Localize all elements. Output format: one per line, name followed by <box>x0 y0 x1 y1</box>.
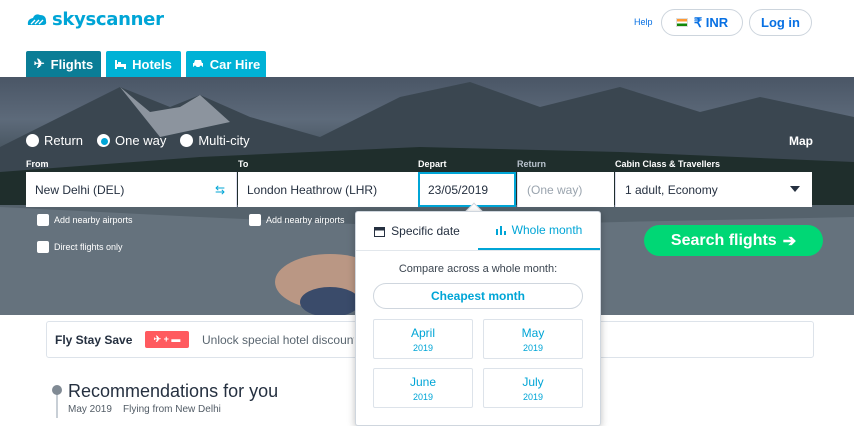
recommendations-subtitle: May 2019 Flying from New Delhi <box>68 404 221 415</box>
cheapest-month-button[interactable]: Cheapest month <box>373 283 583 309</box>
map-link[interactable]: Map <box>789 134 813 148</box>
nearby-to-label: Add nearby airports <box>266 215 345 225</box>
nearby-from-checkbox[interactable]: Add nearby airports <box>37 214 133 226</box>
radio-one-way-label: One way <box>115 133 167 148</box>
tab-specific-date[interactable]: Specific date <box>356 212 478 250</box>
help-link[interactable]: Help <box>634 17 653 27</box>
nearby-from-box <box>37 214 49 226</box>
month-name: April <box>410 326 435 340</box>
radio-multi-city-label: Multi-city <box>198 133 250 148</box>
to-label: To <box>238 159 249 169</box>
skyscanner-logo[interactable]: skyscanner <box>26 9 164 30</box>
logo-text: skyscanner <box>52 9 164 30</box>
date-picker-popover: Specific date Whole month Compare across… <box>355 211 601 426</box>
login-button[interactable]: Log in <box>749 9 812 36</box>
radio-return-label: Return <box>44 133 84 148</box>
plane-plus-bed-icon: ✈ + ▬ <box>145 331 189 348</box>
radio-return-circle <box>26 134 39 147</box>
to-field[interactable]: London Heathrow (LHR) <box>238 172 418 207</box>
cabin-label: Cabin Class & Travellers <box>615 159 721 169</box>
month-year: 2019 <box>412 392 434 402</box>
trip-type-options: Return One way Multi-city <box>26 133 264 148</box>
tab-whole-month-label: Whole month <box>511 223 583 237</box>
month-year: 2019 <box>522 343 544 353</box>
arrow-right-icon: ➔ <box>782 232 797 250</box>
currency-button[interactable]: ₹ INR <box>661 9 743 36</box>
radio-one-way-circle <box>97 134 111 147</box>
tab-flights[interactable]: ✈ Flights <box>26 51 101 77</box>
car-icon <box>192 60 203 69</box>
month-may[interactable]: May 2019 <box>483 319 583 359</box>
tab-whole-month[interactable]: Whole month <box>478 212 600 250</box>
recommendations-origin: Flying from New Delhi <box>123 404 221 415</box>
radio-one-way[interactable]: One way <box>97 133 166 148</box>
tab-hotels[interactable]: Hotels <box>106 51 181 77</box>
bar-chart-icon <box>495 226 506 235</box>
search-flights-button[interactable]: Search flights ➔ <box>644 225 823 256</box>
india-flag-icon <box>675 18 688 27</box>
depart-field[interactable]: 23/05/2019 <box>418 172 516 207</box>
nearby-from-label: Add nearby airports <box>54 215 133 225</box>
radio-multi-city-circle <box>180 134 194 147</box>
promo-title: Fly Stay Save <box>55 333 133 347</box>
month-name: July <box>522 375 544 389</box>
depart-label: Depart <box>418 159 447 169</box>
chevron-down-icon <box>790 186 800 192</box>
month-name: June <box>409 375 437 389</box>
tab-car-hire-label: Car Hire <box>209 56 261 72</box>
logo-cloud-icon <box>27 13 47 25</box>
nearby-to-box <box>249 214 261 226</box>
month-april[interactable]: April 2019 <box>373 319 473 359</box>
nearby-to-checkbox[interactable]: Add nearby airports <box>249 214 345 226</box>
plane-icon: ✈ <box>33 56 45 71</box>
bed-icon <box>115 59 127 69</box>
direct-flights-box <box>37 241 49 253</box>
from-label: From <box>26 159 49 169</box>
recommendations-month: May 2019 <box>68 404 112 415</box>
month-july[interactable]: July 2019 <box>483 368 583 408</box>
direct-flights-label: Direct flights only <box>54 242 123 252</box>
month-june[interactable]: June 2019 <box>373 368 473 408</box>
currency-label: ₹ INR <box>693 14 729 30</box>
month-year: 2019 <box>522 392 544 402</box>
recommendations-title: Recommendations for you <box>68 381 279 401</box>
tab-flights-label: Flights <box>50 56 94 72</box>
cabin-travellers-field[interactable]: 1 adult, Economy <box>615 172 812 207</box>
tab-hotels-label: Hotels <box>132 56 172 72</box>
radio-return[interactable]: Return <box>26 133 83 148</box>
popover-divider <box>356 250 600 251</box>
calendar-icon <box>374 226 386 237</box>
compare-text: Compare across a whole month: <box>398 263 558 275</box>
radio-multi-city[interactable]: Multi-city <box>180 133 250 148</box>
tab-specific-date-label: Specific date <box>391 224 460 238</box>
direct-flights-checkbox[interactable]: Direct flights only <box>37 241 123 253</box>
search-flights-label: Search flights <box>670 231 777 249</box>
return-field[interactable]: (One way) <box>517 172 614 207</box>
from-field[interactable]: New Delhi (DEL) <box>26 172 237 207</box>
month-name: May <box>521 326 545 340</box>
tab-car-hire[interactable]: Car Hire <box>186 51 266 77</box>
timeline-dot <box>52 385 62 395</box>
return-label: Return <box>517 159 546 169</box>
promo-text: Unlock special hotel discounts <box>202 333 354 347</box>
month-year: 2019 <box>412 343 434 353</box>
swap-icon[interactable]: ⇆ <box>215 183 225 197</box>
header: skyscanner Help ₹ INR Log in <box>0 0 854 52</box>
